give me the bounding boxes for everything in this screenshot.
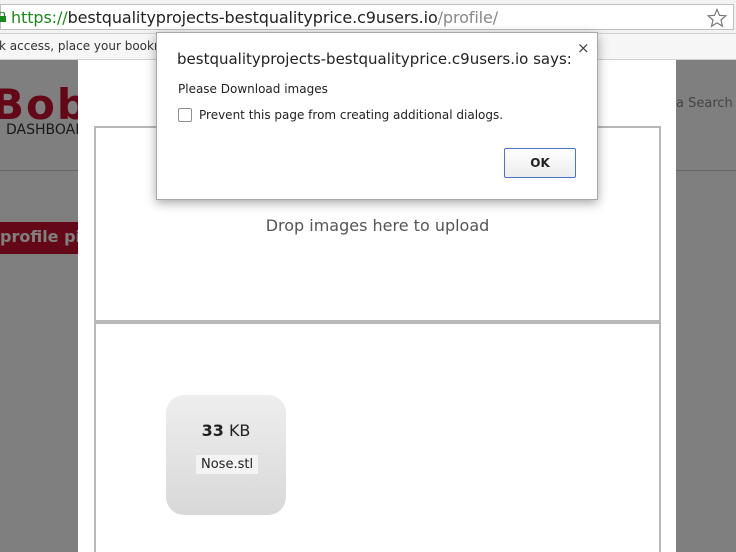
dropzone-text: Drop images here to upload [265,216,490,235]
dialog-message: Please Download images [178,82,328,96]
ok-button[interactable]: OK [504,148,576,178]
alert-dialog: bestqualityprojects-bestqualityprice.c9u… [156,32,598,200]
file-size-unit: KB [228,421,251,440]
file-size: 33 KB [166,421,286,440]
dialog-title: bestqualityprojects-bestqualityprice.c9u… [177,50,572,68]
prevent-dialogs-label[interactable]: Prevent this page from creating addition… [199,108,503,122]
url-field[interactable]: https://bestqualityprojects-bestqualityp… [0,4,734,30]
url-text: https://bestqualityprojects-bestqualityp… [11,8,498,27]
address-bar: https://bestqualityprojects-bestqualityp… [0,0,736,34]
prevent-dialogs-checkbox[interactable] [178,108,192,122]
url-host: bestqualityprojects-bestqualityprice.c9u… [67,8,438,27]
lock-icon [0,12,6,22]
upload-preview-area: 33 KB Nose.stl [94,322,661,552]
bookmark-star-icon[interactable] [707,8,727,28]
close-icon[interactable]: × [577,39,590,57]
file-name: Nose.stl [196,455,259,474]
file-preview-tile[interactable]: 33 KB Nose.stl [166,395,286,515]
url-scheme: https:// [11,8,68,27]
url-path: /profile/ [437,8,499,27]
file-size-number: 33 [201,421,224,440]
